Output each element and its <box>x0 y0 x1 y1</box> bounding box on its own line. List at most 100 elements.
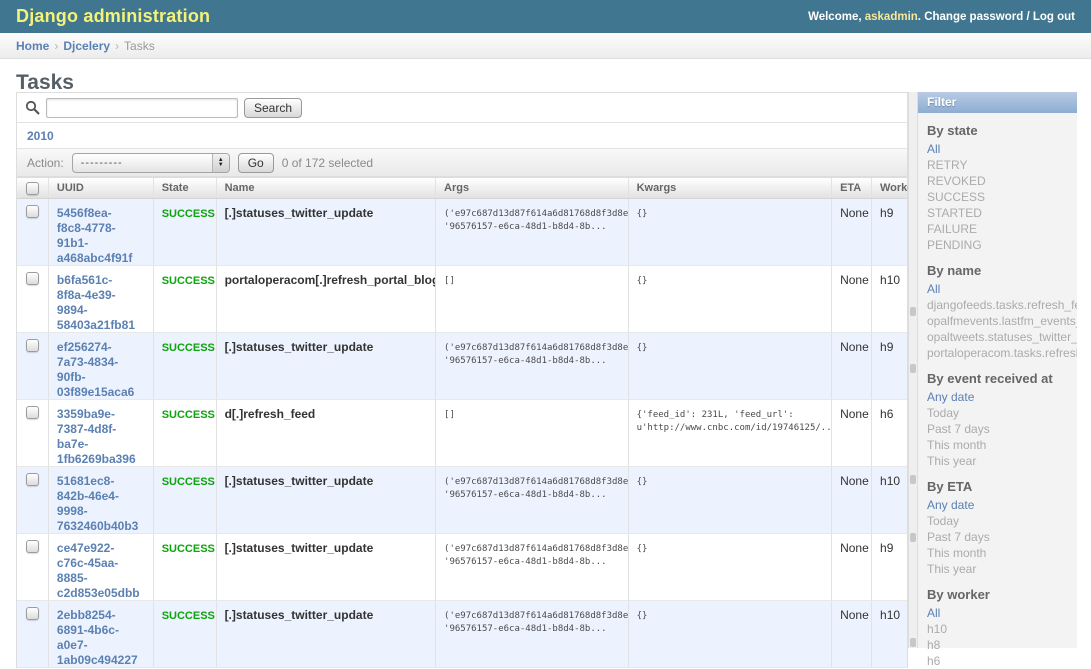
state-badge: SUCCESS <box>162 208 215 220</box>
column-header-worker[interactable]: Worker <box>871 178 907 198</box>
task-uuid-link[interactable]: 3359ba9e- 7387-4d8f- ba7e- 1fb6269ba396 <box>57 407 145 466</box>
filter-option[interactable]: Any date <box>927 498 974 512</box>
task-args: [] <box>435 266 628 332</box>
task-worker: h9 <box>871 534 907 600</box>
task-kwargs: {'feed_id': 231L, 'feed_url': u'http://w… <box>628 400 832 466</box>
filter-option[interactable]: portaloperacom.tasks.refresh_ <box>927 346 1077 360</box>
filter-option[interactable]: This month <box>927 546 986 560</box>
action-selected-option: --------- <box>73 157 212 169</box>
filter-option[interactable]: All <box>927 142 940 156</box>
state-badge: SUCCESS <box>162 610 215 622</box>
breadcrumb-home[interactable]: Home <box>16 39 49 53</box>
go-button[interactable]: Go <box>238 153 274 173</box>
task-kwargs: {} <box>628 467 832 533</box>
row-checkbox[interactable] <box>26 339 39 352</box>
task-args: ('e97c687d13d87f614a6d81768d8f3d8e', '96… <box>435 333 628 399</box>
scrollbar-thumb[interactable] <box>910 364 916 373</box>
filter-option[interactable]: Past 7 days <box>927 422 990 436</box>
column-header-eta[interactable]: ETA <box>831 178 871 198</box>
task-kwargs: {} <box>628 601 832 667</box>
filter-title: Filter <box>918 92 1077 113</box>
task-name: [.]statuses_twitter_update <box>225 541 374 555</box>
table-row: 2ebb8254- 6891-4b6c- a0e7- 1ab09c494227 … <box>17 601 907 668</box>
table-row: ce47e922- c76c-45aa- 8885- c2d853e05dbb … <box>17 534 907 601</box>
task-args: ('e97c687d13d87f614a6d81768d8f3d8e', '96… <box>435 199 628 265</box>
filter-option[interactable]: All <box>927 606 940 620</box>
filter-option[interactable]: Today <box>927 406 959 420</box>
filter-option[interactable]: opaltweets.statuses_twitter_up <box>927 330 1077 344</box>
vertical-scrollbar[interactable] <box>908 92 918 648</box>
actions-bar: Action: --------- ▲▼ Go 0 of 172 selecte… <box>17 149 907 177</box>
scrollbar-thumb[interactable] <box>910 533 916 542</box>
filter-option[interactable]: Today <box>927 514 959 528</box>
change-password-link[interactable]: Change password <box>924 11 1023 23</box>
filter-section-by-name: By name All djangofeeds.tasks.refresh_fe… <box>918 253 1077 361</box>
filter-section-title: By name <box>927 263 1077 278</box>
filter-option[interactable]: FAILURE <box>927 222 977 236</box>
filter-option[interactable]: h10 <box>927 622 947 636</box>
filter-option[interactable]: STARTED <box>927 206 982 220</box>
filter-option[interactable]: h6 <box>927 654 940 668</box>
filter-section-title: By state <box>927 123 1077 138</box>
column-header-name[interactable]: Name <box>216 178 435 198</box>
filter-section-title: By ETA <box>927 479 1077 494</box>
task-uuid-link[interactable]: 51681ec8- 842b-46e4- 9998- 7632460b40b3 <box>57 474 145 533</box>
filter-option[interactable]: REVOKED <box>927 174 986 188</box>
filter-option[interactable]: Any date <box>927 390 974 404</box>
task-kwargs: {} <box>628 534 832 600</box>
row-checkbox[interactable] <box>26 540 39 553</box>
task-worker: h10 <box>871 467 907 533</box>
column-header-args[interactable]: Args <box>435 178 628 198</box>
row-checkbox[interactable] <box>26 272 39 285</box>
task-uuid-link[interactable]: b6fa561c- 8f8a-4e39- 9894- 58403a21fb81 <box>57 273 145 332</box>
date-hierarchy: 2010 <box>17 123 907 149</box>
breadcrumb-separator: › <box>115 39 119 53</box>
task-args: ('e97c687d13d87f614a6d81768d8f3d8e', '96… <box>435 467 628 533</box>
task-name: portaloperacom[.]refresh_portal_blog <box>225 273 435 287</box>
filter-option[interactable]: SUCCESS <box>927 190 985 204</box>
task-uuid-link[interactable]: 5456f8ea- f8c8-4778- 91b1- a468abc4f91f <box>57 206 145 265</box>
row-checkbox[interactable] <box>26 473 39 486</box>
search-button[interactable]: Search <box>244 98 302 118</box>
filter-option[interactable]: Past 7 days <box>927 530 990 544</box>
scrollbar-thumb[interactable] <box>910 307 916 316</box>
filter-option[interactable]: opalfmevents.lastfm_events_up <box>927 314 1077 328</box>
date-hierarchy-year-link[interactable]: 2010 <box>27 129 54 143</box>
filter-option[interactable]: h8 <box>927 638 940 652</box>
scrollbar-thumb[interactable] <box>910 475 916 484</box>
state-badge: SUCCESS <box>162 275 215 287</box>
filter-option[interactable]: PENDING <box>927 238 982 252</box>
filter-option[interactable]: This year <box>927 562 976 576</box>
task-uuid-link[interactable]: ce47e922- c76c-45aa- 8885- c2d853e05dbb <box>57 541 145 600</box>
filter-section-title: By worker <box>927 587 1077 602</box>
breadcrumb-separator: › <box>54 39 58 53</box>
table-header-row: UUID State Name Args Kwargs ETA Worker <box>17 178 907 199</box>
column-header-kwargs[interactable]: Kwargs <box>628 178 832 198</box>
task-kwargs: {} <box>628 199 832 265</box>
welcome-text: Welcome, <box>808 11 865 23</box>
task-uuid-link[interactable]: ef256274- 7a73-4834- 90fb- 03f89e15aca6 <box>57 340 145 399</box>
table-row: ef256274- 7a73-4834- 90fb- 03f89e15aca6 … <box>17 333 907 400</box>
username: askadmin <box>865 11 918 23</box>
task-worker: h6 <box>871 400 907 466</box>
logout-link[interactable]: Log out <box>1033 11 1075 23</box>
filter-option[interactable]: RETRY <box>927 158 967 172</box>
search-input[interactable] <box>46 98 238 118</box>
row-checkbox[interactable] <box>26 607 39 620</box>
column-header-state[interactable]: State <box>153 178 216 198</box>
filter-section-by-state: By state All RETRY REVOKED SUCCESS START… <box>918 113 1077 253</box>
filter-option[interactable]: djangofeeds.tasks.refresh_feed <box>927 298 1077 312</box>
scrollbar-thumb[interactable] <box>910 638 916 647</box>
column-header-uuid[interactable]: UUID <box>48 178 153 198</box>
breadcrumb-app[interactable]: Djcelery <box>63 39 110 53</box>
filter-option[interactable]: This month <box>927 438 986 452</box>
task-args: ('e97c687d13d87f614a6d81768d8f3d8e', '96… <box>435 534 628 600</box>
row-checkbox[interactable] <box>26 406 39 419</box>
task-name: d[.]refresh_feed <box>225 407 316 421</box>
row-checkbox[interactable] <box>26 205 39 218</box>
task-uuid-link[interactable]: 2ebb8254- 6891-4b6c- a0e7- 1ab09c494227 <box>57 608 145 667</box>
filter-option[interactable]: This year <box>927 454 976 468</box>
filter-option[interactable]: All <box>927 282 940 296</box>
action-select[interactable]: --------- ▲▼ <box>72 153 230 173</box>
select-all-checkbox[interactable] <box>26 182 39 195</box>
